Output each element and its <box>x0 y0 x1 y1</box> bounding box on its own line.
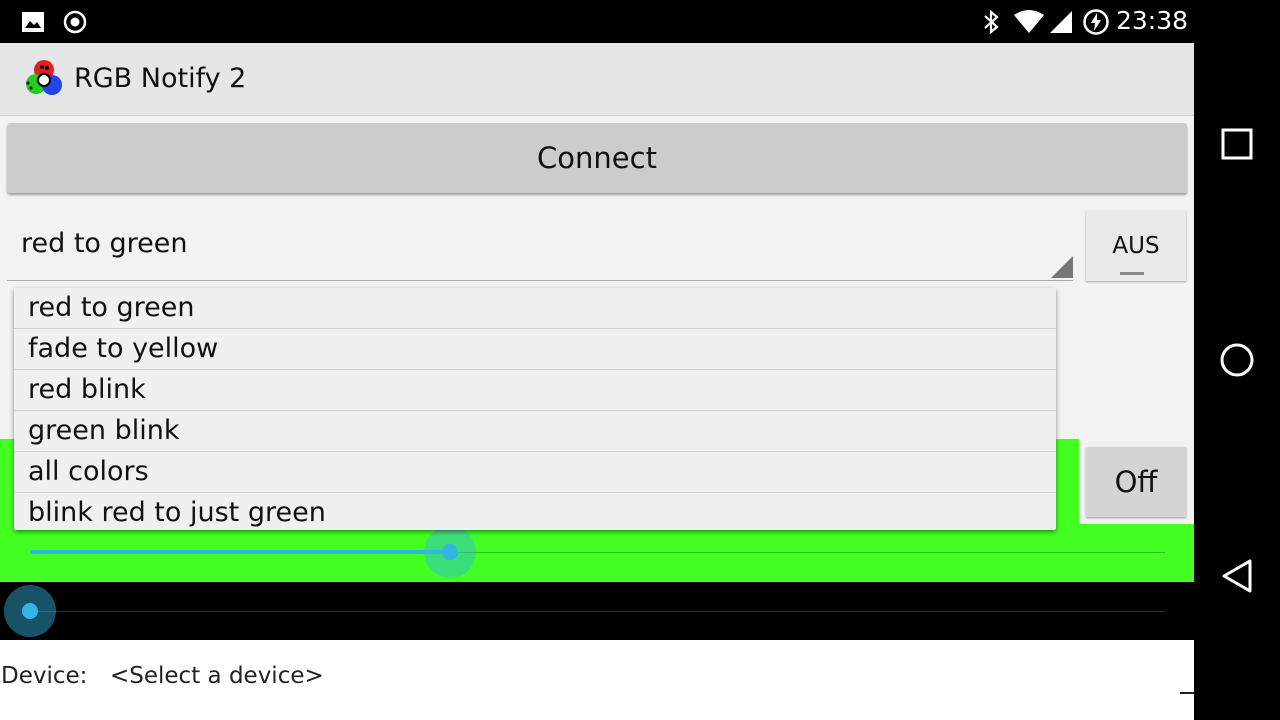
bluetooth-icon <box>980 9 1002 35</box>
brightness-slider-row <box>0 582 1194 640</box>
app-title: RGB Notify 2 <box>74 63 247 94</box>
dropdown-option[interactable]: fade to yellow <box>14 329 1056 370</box>
recents-square-icon <box>1221 128 1253 160</box>
toggle-indicator <box>1120 272 1144 275</box>
green-slider-thumb[interactable] <box>441 544 458 560</box>
dropdown-option[interactable]: blink red to just green <box>14 493 1056 533</box>
image-icon <box>20 9 46 35</box>
spinner-arrow-icon <box>1051 256 1073 278</box>
app-window: RGB Notify 2 Connect red to green AUS Of… <box>0 43 1194 720</box>
navigation-bar <box>1194 0 1280 720</box>
aus-label: AUS <box>1112 233 1160 259</box>
battery-charging-icon <box>1082 8 1110 36</box>
dropdown-option[interactable]: red to green <box>14 288 1056 329</box>
device-section: Device: <Select a device> <box>0 640 1194 720</box>
record-icon <box>62 9 88 35</box>
signal-icon <box>1048 9 1074 35</box>
action-bar: RGB Notify 2 <box>0 43 1194 116</box>
status-bar: 23:38 <box>0 0 1194 43</box>
dropdown-option[interactable]: red blink <box>14 370 1056 411</box>
wifi-icon <box>1012 9 1046 35</box>
recents-button[interactable] <box>1194 104 1280 184</box>
back-triangle-icon <box>1222 559 1252 593</box>
brightness-slider-thumb[interactable] <box>22 603 38 619</box>
back-button[interactable] <box>1194 536 1280 616</box>
status-clock: 23:38 <box>1116 6 1189 35</box>
effect-selected-value: red to green <box>21 228 188 259</box>
brightness-slider-track[interactable] <box>30 611 1165 612</box>
home-circle-icon <box>1220 343 1254 377</box>
green-slider-progress <box>30 550 450 554</box>
off-toggle-button[interactable]: Off <box>1086 447 1186 517</box>
device-select[interactable]: <Select a device> <box>110 663 324 689</box>
dropdown-option[interactable]: all colors <box>14 452 1056 493</box>
dropdown-option[interactable]: green blink <box>14 411 1056 452</box>
divider <box>1180 692 1194 694</box>
effect-dropdown-list: red to green fade to yellow red blink gr… <box>14 288 1056 530</box>
effect-spinner[interactable]: red to green <box>7 213 1073 281</box>
device-label: Device: <box>1 663 88 689</box>
connect-button[interactable]: Connect <box>7 123 1187 193</box>
aus-toggle-button[interactable]: AUS <box>1086 211 1186 281</box>
home-button[interactable] <box>1194 320 1280 400</box>
rgb-logo-icon <box>22 58 66 100</box>
